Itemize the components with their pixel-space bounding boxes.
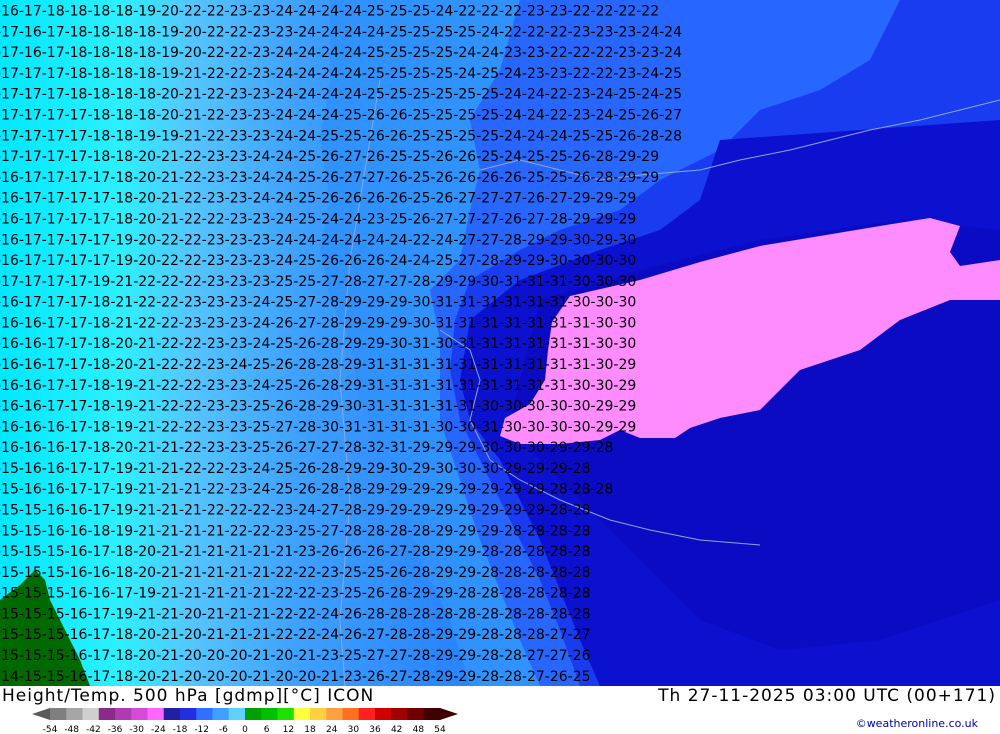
contour-label-row: -17-17-17-17-18-18-20-21-22-23-23-24-24-… xyxy=(0,149,659,165)
scale-swatch xyxy=(163,708,181,720)
contour-label-row: -16-16-17-17-18-19-21-22-22-23-23-24-25-… xyxy=(0,378,636,394)
scale-swatch xyxy=(50,708,67,720)
credit-link[interactable]: ©weatheronline.co.uk xyxy=(856,717,978,730)
scale-swatch xyxy=(326,708,343,720)
contour-label-row: -16-16-17-17-18-21-22-22-23-23-23-24-26-… xyxy=(0,315,636,331)
contour-label-row: -14-15-15-16-17-18-20-21-20-20-20-21-20-… xyxy=(0,669,591,685)
contour-label-row: -16-17-17-17-17-19-20-22-22-23-23-23-24-… xyxy=(0,232,636,248)
contour-label-row: -17-17-17-18-18-18-18-19-21-22-22-23-24-… xyxy=(0,66,682,82)
map-title: Height/Temp. 500 hPa [gdmp][°C] ICON xyxy=(2,686,375,706)
color-scale: -54 -48 -42 -36 -30 -24 -18 -12 -6 0 6 12 18 24 30 36 42… xyxy=(32,708,458,734)
scale-swatch xyxy=(131,708,148,720)
contour-label-row: -15-15-15-16-17-18-20-21-20-20-20-21-20-… xyxy=(0,648,591,664)
scale-arrow-left xyxy=(32,708,50,720)
contour-label-row: -16-16-17-17-18-20-21-22-22-23-24-25-26-… xyxy=(0,357,636,373)
scale-swatch xyxy=(423,708,441,720)
map-footer: Height/Temp. 500 hPa [gdmp][°C] ICON Th … xyxy=(0,686,1000,734)
contour-label-row: -17-17-17-17-18-18-19-19-21-22-23-23-24-… xyxy=(0,128,682,144)
scale-swatch xyxy=(391,708,408,720)
contour-label-row: -17-17-17-17-18-18-18-20-21-22-23-23-24-… xyxy=(0,108,682,124)
scale-swatch xyxy=(98,708,116,720)
contour-label-row: -15-15-15-16-17-18-20-21-21-21-21-21-21-… xyxy=(0,544,591,560)
contour-label-row: -15-15-15-16-17-18-20-21-20-21-21-21-22-… xyxy=(0,627,591,643)
contour-label-row: -16-16-17-17-18-19-21-22-22-23-23-25-26-… xyxy=(0,399,636,415)
valid-time: Th 27-11-2025 03:00 UTC (00+171) xyxy=(658,686,996,706)
scale-swatch xyxy=(293,708,311,720)
contour-label-row: -15-16-16-17-17-19-21-21-22-22-23-24-25-… xyxy=(0,461,591,477)
scale-swatch xyxy=(66,708,83,720)
scale-swatch xyxy=(342,708,360,720)
scale-swatch xyxy=(82,708,100,720)
contour-label-row: -17-16-17-18-18-18-18-19-20-22-22-23-23-… xyxy=(0,24,682,40)
scale-swatch xyxy=(277,708,295,720)
scale-swatch xyxy=(147,708,165,720)
scale-swatch xyxy=(310,708,327,720)
contour-label-row: -16-17-17-17-17-18-20-21-22-23-23-24-24-… xyxy=(0,170,659,186)
contour-label-row: -17-17-17-17-19-21-22-22-22-23-23-23-25-… xyxy=(0,274,636,290)
contour-label-row: -16-16-16-17-18-19-21-22-22-23-23-25-27-… xyxy=(0,419,636,435)
scale-swatch xyxy=(407,708,425,720)
contour-label-row: -15-15-15-16-17-19-21-21-20-21-21-21-22-… xyxy=(0,606,591,622)
contour-label-row: -16-17-17-17-18-21-22-22-23-23-23-24-25-… xyxy=(0,295,636,311)
contour-label-row: -16-17-17-17-17-18-20-21-22-23-23-24-24-… xyxy=(0,191,636,207)
contour-label-row: -16-16-17-17-18-20-21-22-22-23-23-24-25-… xyxy=(0,336,636,352)
contour-label-row: -16-17-17-17-17-19-20-22-22-23-23-23-24-… xyxy=(0,253,636,269)
contour-label-row: -15-15-15-16-16-17-19-21-21-21-21-21-22-… xyxy=(0,586,591,602)
scale-swatch xyxy=(212,708,230,720)
scale-swatch xyxy=(261,708,278,720)
scale-swatch xyxy=(358,708,376,720)
contour-label-row: -15-16-16-17-17-19-21-21-21-22-23-24-25-… xyxy=(0,482,613,498)
scale-swatch xyxy=(245,708,262,720)
contour-label-row: -16-16-16-17-18-20-21-21-22-23-23-25-26-… xyxy=(0,440,613,456)
contour-label-row: -16-17-17-17-17-18-20-21-22-22-23-23-24-… xyxy=(0,211,636,227)
weather-map: -16-17-18-18-18-18-19-20-22-22-23-23-24-… xyxy=(0,0,1000,686)
contour-label-row: -15-15-16-16-18-19-21-21-21-21-22-22-23-… xyxy=(0,523,591,539)
scale-swatch xyxy=(228,708,246,720)
contour-label-row: -17-17-17-18-18-18-18-20-21-22-23-23-24-… xyxy=(0,87,682,103)
contour-label-row: -15-15-16-16-17-19-21-21-21-22-22-22-23-… xyxy=(0,503,591,519)
scale-swatch xyxy=(180,708,197,720)
contour-label-row: -17-16-17-18-18-18-18-19-20-22-22-23-24-… xyxy=(0,45,682,61)
scale-swatch xyxy=(115,708,132,720)
scale-swatch xyxy=(375,708,392,720)
contour-label-row: -15-15-15-16-16-18-20-21-21-21-21-21-22-… xyxy=(0,565,591,581)
contour-label-row: -16-17-18-18-18-18-19-20-22-22-23-23-24-… xyxy=(0,4,659,20)
scale-arrow-right xyxy=(440,708,458,720)
scale-swatch xyxy=(196,708,213,720)
